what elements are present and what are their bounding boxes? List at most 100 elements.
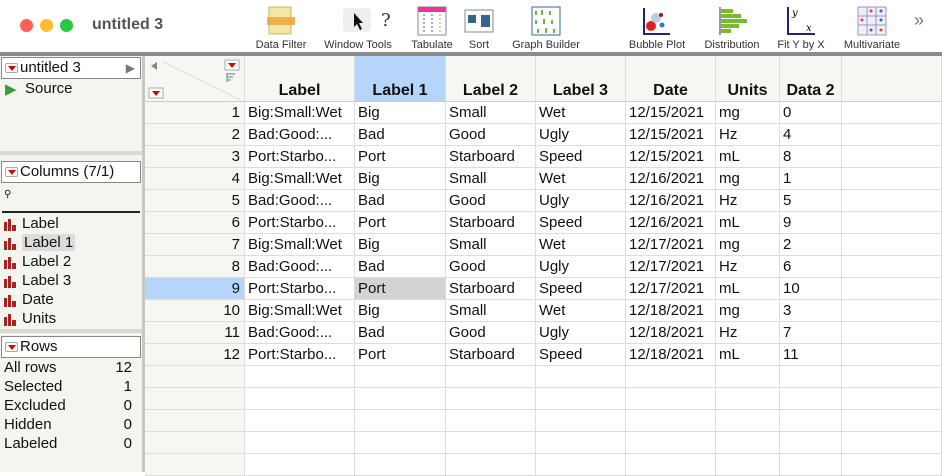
table-cell[interactable]: 9 — [780, 212, 842, 234]
table-cell[interactable]: mg — [716, 102, 780, 124]
table-cell[interactable]: Big — [355, 300, 446, 322]
table-cell[interactable] — [780, 410, 842, 432]
table-cell[interactable]: mg — [716, 300, 780, 322]
row-number[interactable]: 8 — [145, 256, 245, 278]
table-cell[interactable] — [446, 388, 536, 410]
table-cell[interactable]: Small — [446, 102, 536, 124]
table-cell[interactable]: Bad — [355, 322, 446, 344]
table-cell[interactable]: 12/18/2021 — [626, 322, 716, 344]
table-cell[interactable]: Bad — [355, 256, 446, 278]
column-header[interactable]: Label 1 — [355, 56, 446, 102]
table-cell[interactable]: Big — [355, 168, 446, 190]
red-triangle-menu-icon[interactable] — [5, 63, 18, 73]
table-cell[interactable]: Small — [446, 168, 536, 190]
minimize-button[interactable] — [40, 19, 53, 32]
table-cell[interactable]: 11 — [780, 344, 842, 366]
table-cell[interactable]: Small — [446, 300, 536, 322]
toolbar-bubble-plot-button[interactable]: Bubble Plot — [626, 6, 688, 51]
table-cell[interactable]: Starboard — [446, 278, 536, 300]
row-number[interactable]: 9 — [145, 278, 245, 300]
table-cell[interactable] — [716, 454, 780, 476]
table-cell[interactable] — [626, 388, 716, 410]
row-number[interactable] — [145, 432, 245, 454]
columns-panel-header[interactable]: Columns (7/1) — [1, 161, 141, 183]
row-number[interactable]: 1 — [145, 102, 245, 124]
table-cell[interactable] — [716, 432, 780, 454]
toolbar-data-filter-button[interactable]: Data Filter — [252, 6, 310, 51]
row-number[interactable]: 11 — [145, 322, 245, 344]
row-number[interactable] — [145, 388, 245, 410]
table-cell[interactable]: Hz — [716, 190, 780, 212]
table-cell[interactable] — [716, 410, 780, 432]
table-cell[interactable] — [245, 454, 355, 476]
row-number[interactable]: 2 — [145, 124, 245, 146]
table-cell[interactable]: Ugly — [536, 256, 626, 278]
table-cell[interactable]: Bad:Good:... — [245, 256, 355, 278]
table-cell[interactable] — [536, 432, 626, 454]
row-number[interactable] — [145, 410, 245, 432]
source-script[interactable]: ▶ Source — [5, 80, 73, 98]
toolbar-fit-y-by-x-button[interactable]: y x Fit Y by X — [775, 6, 827, 51]
table-cell[interactable]: Wet — [536, 300, 626, 322]
zoom-button[interactable] — [60, 19, 73, 32]
table-cell[interactable] — [446, 454, 536, 476]
table-cell[interactable] — [626, 410, 716, 432]
table-cell[interactable] — [245, 432, 355, 454]
table-cell[interactable]: Wet — [536, 102, 626, 124]
table-cell[interactable] — [716, 366, 780, 388]
table-cell[interactable]: Starboard — [446, 212, 536, 234]
table-cell[interactable]: 12/15/2021 — [626, 146, 716, 168]
table-cell[interactable]: 12/17/2021 — [626, 256, 716, 278]
table-cell[interactable]: Bad — [355, 124, 446, 146]
table-cell[interactable]: mg — [716, 168, 780, 190]
overflow-chevron-icon[interactable]: » — [914, 10, 924, 31]
table-cell[interactable] — [536, 410, 626, 432]
table-cell[interactable]: 2 — [780, 234, 842, 256]
table-cell[interactable]: Port — [355, 278, 446, 300]
table-cell[interactable]: 12/15/2021 — [626, 102, 716, 124]
table-cell[interactable] — [536, 388, 626, 410]
table-cell[interactable] — [245, 366, 355, 388]
table-cell[interactable]: mL — [716, 146, 780, 168]
table-cell[interactable]: Port — [355, 212, 446, 234]
row-number[interactable]: 12 — [145, 344, 245, 366]
table-cell[interactable] — [780, 432, 842, 454]
table-cell[interactable]: Big — [355, 102, 446, 124]
table-cell[interactable]: Port — [355, 146, 446, 168]
toolbar-graph-builder-button[interactable]: Graph Builder — [508, 6, 584, 51]
column-list-item[interactable]: Label 3 — [4, 271, 71, 290]
table-cell[interactable]: Good — [446, 124, 536, 146]
column-search-input[interactable]: ⚲ — [2, 189, 140, 213]
table-cell[interactable]: Wet — [536, 168, 626, 190]
table-cell[interactable]: Big:Small:Wet — [245, 168, 355, 190]
table-cell[interactable]: 0 — [780, 102, 842, 124]
table-cell[interactable]: Port:Starbo... — [245, 278, 355, 300]
table-cell[interactable]: 6 — [780, 256, 842, 278]
table-cell[interactable]: Starboard — [446, 344, 536, 366]
table-cell[interactable] — [355, 410, 446, 432]
expand-arrow-icon[interactable]: ▶ — [126, 58, 135, 78]
table-cell[interactable]: 7 — [780, 322, 842, 344]
table-cell[interactable]: mL — [716, 344, 780, 366]
table-cell[interactable]: Big:Small:Wet — [245, 102, 355, 124]
column-header[interactable]: Label 2 — [446, 56, 536, 102]
row-number[interactable]: 5 — [145, 190, 245, 212]
table-cell[interactable]: 12/18/2021 — [626, 344, 716, 366]
column-list-item[interactable]: Units — [4, 309, 56, 328]
column-list-item[interactable]: Date — [4, 290, 54, 309]
table-cell[interactable] — [446, 410, 536, 432]
red-triangle-menu-icon[interactable] — [5, 167, 18, 177]
column-header[interactable]: Label — [245, 56, 355, 102]
table-cell[interactable] — [626, 432, 716, 454]
table-cell[interactable]: Port — [355, 344, 446, 366]
table-cell[interactable]: 8 — [780, 146, 842, 168]
table-cell[interactable]: 5 — [780, 190, 842, 212]
column-header[interactable]: Data 2 — [780, 56, 842, 102]
table-cell[interactable]: Speed — [536, 146, 626, 168]
table-cell[interactable]: Good — [446, 190, 536, 212]
table-cell[interactable]: Big:Small:Wet — [245, 300, 355, 322]
table-cell[interactable] — [716, 388, 780, 410]
row-number[interactable]: 7 — [145, 234, 245, 256]
table-cell[interactable] — [626, 454, 716, 476]
table-cell[interactable]: 12/16/2021 — [626, 212, 716, 234]
